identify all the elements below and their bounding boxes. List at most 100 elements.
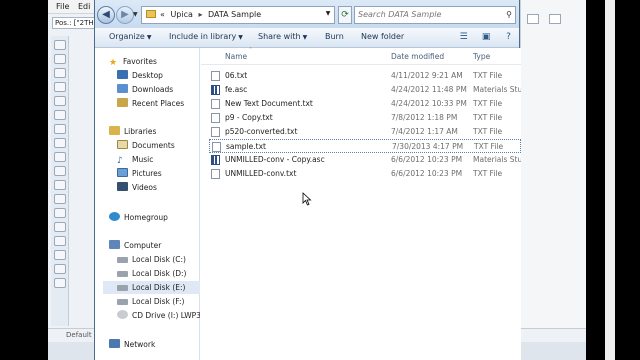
menu-file[interactable]: File	[56, 2, 69, 11]
back-button[interactable]: ◀	[97, 6, 115, 24]
libraries-icon	[109, 126, 120, 135]
tool-icon[interactable]	[54, 194, 66, 204]
column-name[interactable]: Name	[225, 52, 247, 61]
text-file-icon	[211, 169, 220, 179]
nav-label: Local Disk (D:)	[132, 269, 187, 278]
network-icon	[109, 339, 120, 348]
file-row[interactable]: 06.txt 4/11/2012 9:21 AM TXT File	[209, 69, 521, 83]
breadcrumb-overflow[interactable]: «	[160, 10, 165, 19]
chevron-down-icon: ▼	[146, 34, 152, 41]
include-in-library-button[interactable]: Include in library ▼	[169, 32, 243, 41]
file-explorer-window: ◀ ▶ ▼ « Upica ▸ DATA Sample ▼ ⟳ Search D…	[94, 0, 615, 360]
navigation-pane: ★ Favorites Desktop Downloads Recent Plac…	[95, 48, 200, 360]
help-icon[interactable]: ?	[502, 31, 515, 44]
column-date-modified[interactable]: Date modified	[391, 52, 444, 61]
nav-computer[interactable]: Computer	[109, 239, 214, 252]
homegroup-icon	[109, 212, 120, 221]
file-list: ˄ Name Date modified Type 06.txt 4/11/201…	[201, 47, 521, 360]
text-file-icon	[211, 71, 220, 81]
panel-button-icon[interactable]	[549, 14, 561, 24]
tool-icon[interactable]	[54, 236, 66, 246]
tool-icon[interactable]	[54, 96, 66, 106]
nav-label: Computer	[124, 241, 162, 250]
search-placeholder: Search DATA Sample	[358, 10, 442, 19]
breadcrumb-data-sample[interactable]: DATA Sample	[208, 10, 261, 19]
tool-icon[interactable]	[54, 68, 66, 78]
file-row[interactable]: fe.asc 4/24/2012 11:48 PM Materials Stu	[209, 83, 521, 97]
recent-pages-chevron-icon[interactable]: ▼	[133, 11, 138, 18]
nav-label: Network	[124, 340, 156, 349]
sort-ascending-icon: ˄	[249, 47, 252, 54]
nav-network[interactable]: Network	[109, 338, 214, 351]
nav-label: Local Disk (F:)	[132, 297, 185, 306]
file-row[interactable]: p9 - Copy.txt 7/8/2012 1:18 PM TXT File	[209, 111, 521, 125]
change-view-icon[interactable]: ☰	[457, 31, 470, 44]
tool-icon[interactable]	[54, 138, 66, 148]
breadcrumb-upica[interactable]: Upica	[170, 10, 192, 19]
nav-label: Homegroup	[124, 213, 168, 222]
vertical-scrollbar[interactable]	[605, 0, 615, 360]
file-type: TXT File	[473, 71, 503, 80]
file-row[interactable]: UNMILLED-conv.txt 6/6/2012 10:23 PM TXT Fi…	[209, 167, 521, 181]
file-row[interactable]: UNMILLED-conv - Copy.asc 6/6/2012 10:23 P…	[209, 153, 521, 167]
tool-icon[interactable]	[54, 166, 66, 176]
address-dropdown-icon[interactable]: ▼	[321, 6, 335, 24]
search-input[interactable]: Search DATA Sample ⚲	[354, 6, 516, 24]
nav-libraries[interactable]: Libraries	[109, 125, 214, 138]
tool-icon[interactable]	[54, 264, 66, 274]
share-with-button[interactable]: Share with ▼	[258, 32, 307, 41]
file-type: TXT File	[473, 113, 503, 122]
tool-icon[interactable]	[54, 40, 66, 50]
column-type[interactable]: Type	[473, 52, 490, 61]
file-name: 06.txt	[225, 71, 248, 80]
tool-icon[interactable]	[54, 54, 66, 64]
tool-icon[interactable]	[54, 82, 66, 92]
tool-icon[interactable]	[54, 208, 66, 218]
tool-icon[interactable]	[54, 110, 66, 120]
asc-file-icon	[211, 85, 220, 95]
nav-label: Local Disk (C:)	[132, 255, 186, 264]
organize-button[interactable]: Organize ▼	[109, 32, 151, 41]
tool-icon[interactable]	[54, 222, 66, 232]
nav-favorites[interactable]: ★ Favorites	[109, 55, 214, 68]
cd-drive-icon	[117, 310, 128, 319]
text-file-icon	[212, 142, 221, 152]
tool-icon[interactable]	[54, 278, 66, 288]
new-folder-button[interactable]: New folder	[361, 32, 404, 41]
file-row[interactable]: p520-converted.txt 7/4/2012 1:17 AM TXT Fi…	[209, 125, 521, 139]
mouse-cursor-icon	[302, 192, 312, 206]
text-file-icon	[211, 99, 220, 109]
tool-icon[interactable]	[54, 250, 66, 260]
panel-button-icon[interactable]	[527, 14, 539, 24]
refresh-button[interactable]: ⟳	[338, 6, 352, 24]
background-tool-column	[51, 36, 69, 326]
menu-edit[interactable]: Edi	[78, 2, 90, 11]
position-field[interactable]: Pos.: ["2TH	[52, 17, 98, 29]
forward-arrow-icon: ▶	[121, 9, 129, 20]
file-date: 7/4/2012 1:17 AM	[391, 127, 458, 136]
tool-icon[interactable]	[54, 124, 66, 134]
file-type: TXT File	[474, 142, 504, 151]
search-icon[interactable]: ⚲	[506, 7, 512, 23]
recent-places-icon	[117, 98, 128, 107]
nav-label: Local Disk (E:)	[132, 283, 186, 292]
nav-label: Downloads	[132, 85, 174, 94]
file-row[interactable]: sample.txt 7/30/2013 4:17 PM TXT File	[209, 139, 521, 153]
preview-pane-icon[interactable]: ▣	[480, 31, 493, 44]
default-label: Default	[66, 331, 92, 339]
file-row[interactable]: New Text Document.txt 4/24/2012 10:33 PM T…	[209, 97, 521, 111]
forward-button[interactable]: ▶	[116, 6, 134, 24]
tool-icon[interactable]	[54, 180, 66, 190]
breadcrumb-separator-icon[interactable]: ▸	[198, 10, 202, 19]
nav-homegroup[interactable]: Homegroup	[109, 211, 214, 224]
address-field[interactable]: « Upica ▸ DATA Sample	[141, 6, 335, 24]
tool-icon[interactable]	[54, 152, 66, 162]
downloads-icon	[117, 84, 128, 93]
text-file-icon	[211, 113, 220, 123]
nav-label: Pictures	[132, 169, 162, 178]
nav-drive-e[interactable]: Local Disk (E:)	[103, 281, 200, 294]
burn-button[interactable]: Burn	[325, 32, 344, 41]
file-name: p520-converted.txt	[225, 127, 298, 136]
nav-cd-drive[interactable]: CD Drive (I:) LWP30E	[117, 309, 200, 322]
file-name: UNMILLED-conv - Copy.asc	[225, 155, 325, 164]
